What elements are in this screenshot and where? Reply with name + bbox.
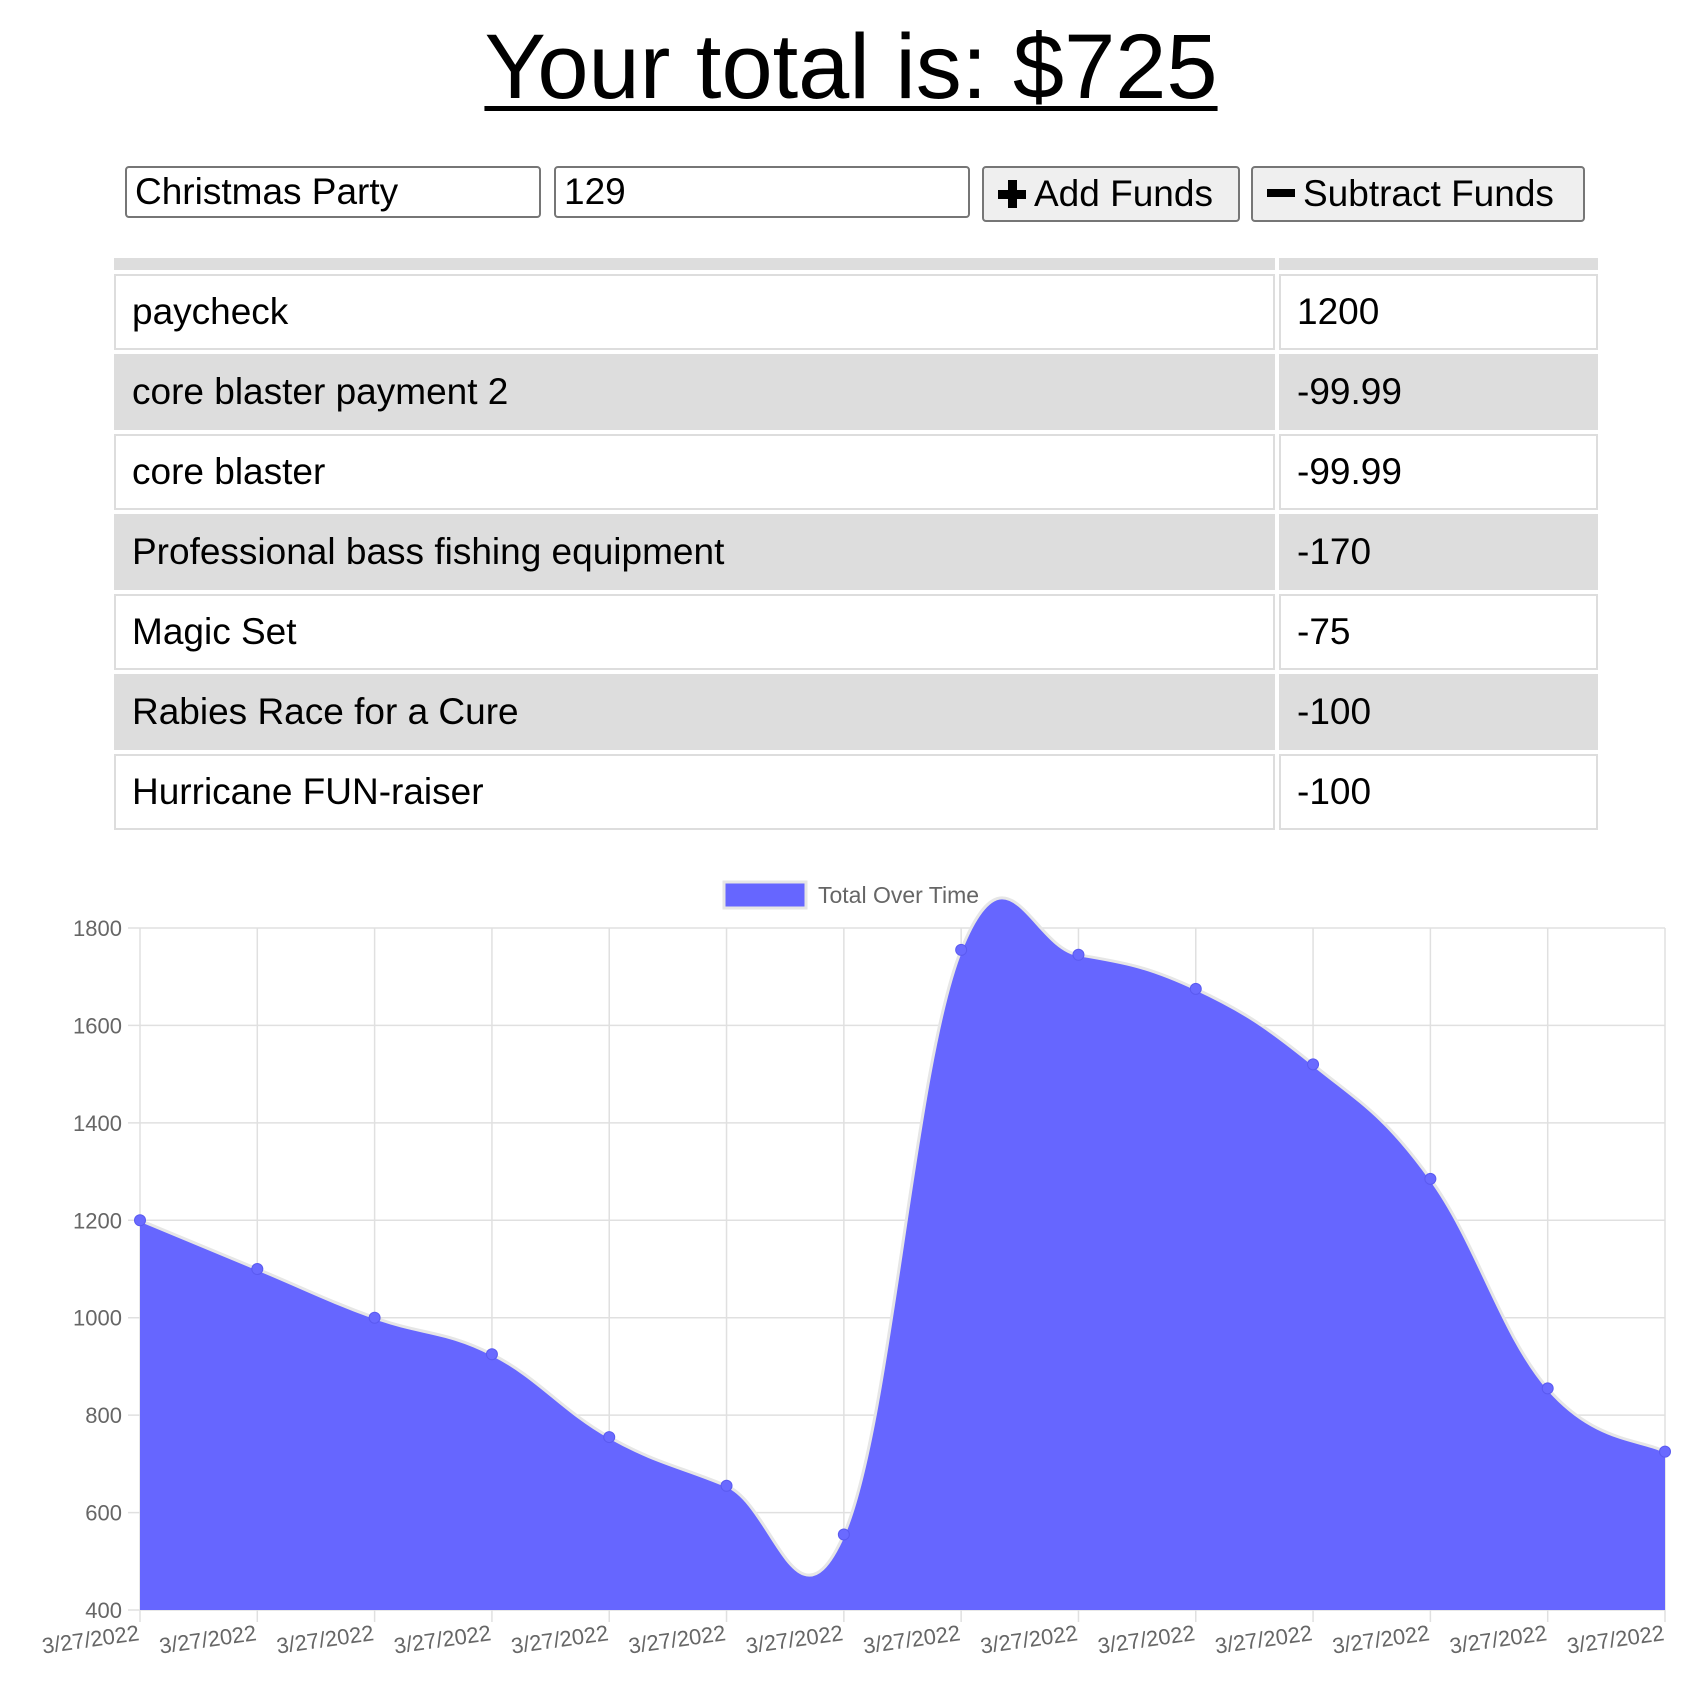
add-funds-label: Add Funds — [1034, 173, 1213, 214]
transaction-value: -100 — [1279, 674, 1598, 750]
add-funds-button[interactable]: Add Funds — [982, 166, 1240, 222]
y-tick-label: 800 — [85, 1403, 122, 1428]
data-point[interactable] — [1189, 982, 1202, 995]
x-tick-label: 3/27/2022 — [40, 1620, 140, 1658]
x-tick-label: 3/27/2022 — [158, 1620, 258, 1658]
transaction-amount-input[interactable] — [554, 166, 970, 218]
data-point[interactable] — [837, 1528, 850, 1541]
table-row: core blaster payment 2 -99.99 — [114, 354, 1598, 430]
plus-icon — [998, 180, 1026, 208]
x-tick-label: 3/27/2022 — [1096, 1620, 1196, 1658]
x-axis-ticks: 3/27/2022 3/27/2022 3/27/2022 3/27/2022 3/27… — [40, 1620, 1665, 1658]
transactions-table-container[interactable]: paycheck 1200 core blaster payment 2 -99… — [114, 258, 1598, 864]
legend-swatch — [722, 880, 808, 910]
header-value-cell — [1279, 258, 1598, 270]
data-point[interactable] — [485, 1348, 498, 1361]
table-row: core blaster -99.99 — [114, 434, 1598, 510]
data-point[interactable] — [251, 1263, 264, 1275]
y-tick-label: 1000 — [73, 1306, 122, 1331]
transaction-name: Rabies Race for a Cure — [114, 674, 1275, 750]
data-point[interactable] — [1424, 1172, 1437, 1185]
subtract-funds-button[interactable]: Subtract Funds — [1251, 166, 1585, 222]
table-row: Magic Set -75 — [114, 594, 1598, 670]
y-tick-label: 1200 — [73, 1208, 122, 1233]
chart-svg: 40060080010001200140016001800 3/27/2022 3… — [40, 880, 1671, 1659]
y-tick-label: 400 — [85, 1598, 122, 1623]
chart-legend[interactable]: Total Over Time — [722, 880, 979, 910]
transaction-name: Professional bass fishing equipment — [114, 514, 1275, 590]
table-row: paycheck 1200 — [114, 274, 1598, 350]
x-tick-label: 3/27/2022 — [979, 1620, 1079, 1658]
data-point[interactable] — [1072, 948, 1085, 961]
transactions-table: paycheck 1200 core blaster payment 2 -99… — [114, 258, 1598, 834]
transaction-name: core blaster — [114, 434, 1275, 510]
data-point[interactable] — [1307, 1058, 1320, 1071]
transaction-value: -100 — [1279, 754, 1598, 830]
transaction-value: -99.99 — [1279, 434, 1598, 510]
legend-label: Total Over Time — [818, 882, 979, 908]
transaction-value: -170 — [1279, 514, 1598, 590]
table-row: Rabies Race for a Cure -100 — [114, 674, 1598, 750]
data-point[interactable] — [603, 1431, 616, 1444]
y-tick-label: 600 — [85, 1501, 122, 1526]
transaction-value: 1200 — [1279, 274, 1598, 350]
transaction-name: paycheck — [114, 274, 1275, 350]
x-tick-label: 3/27/2022 — [1565, 1620, 1665, 1658]
data-point[interactable] — [134, 1214, 146, 1227]
y-tick-label: 1400 — [73, 1111, 122, 1136]
total-heading: Your total is: $725 — [484, 16, 1218, 118]
data-point[interactable] — [955, 943, 968, 956]
table-header-row — [114, 258, 1598, 270]
table-row: Professional bass fishing equipment -170 — [114, 514, 1598, 590]
total-over-time-chart: 400 600 800 1000 1200 1400 1600 1800 3/27/2022 3… — [0, 870, 1702, 1698]
y-tick-label: 1600 — [73, 1013, 122, 1038]
data-point[interactable] — [1659, 1445, 1671, 1458]
x-tick-label: 3/27/2022 — [275, 1620, 375, 1658]
header-name-cell — [114, 258, 1275, 270]
transaction-name-input[interactable] — [125, 166, 541, 218]
data-point[interactable] — [368, 1311, 381, 1324]
data-point[interactable] — [720, 1479, 733, 1492]
transaction-name: Magic Set — [114, 594, 1275, 670]
x-tick-label: 3/27/2022 — [510, 1620, 610, 1658]
y-tick-label: 1800 — [73, 916, 122, 941]
data-point[interactable] — [1541, 1382, 1554, 1395]
transaction-value: -99.99 — [1279, 354, 1598, 430]
x-tick-label: 3/27/2022 — [392, 1620, 492, 1658]
transaction-name: Hurricane FUN-raiser — [114, 754, 1275, 830]
subtract-funds-label: Subtract Funds — [1303, 173, 1554, 214]
transaction-value: -75 — [1279, 594, 1598, 670]
transaction-name: core blaster payment 2 — [114, 354, 1275, 430]
x-tick-label: 3/27/2022 — [1331, 1620, 1431, 1658]
minus-icon — [1267, 180, 1295, 208]
x-tick-label: 3/27/2022 — [1213, 1620, 1313, 1658]
x-tick-label: 3/27/2022 — [861, 1620, 961, 1658]
y-axis-ticks: 400 600 800 1000 1200 1400 1600 1800 — [73, 916, 122, 1623]
x-tick-label: 3/27/2022 — [744, 1620, 844, 1658]
table-row: Hurricane FUN-raiser -100 — [114, 754, 1598, 830]
x-tick-label: 3/27/2022 — [627, 1620, 727, 1658]
x-tick-label: 3/27/2022 — [1448, 1620, 1548, 1658]
